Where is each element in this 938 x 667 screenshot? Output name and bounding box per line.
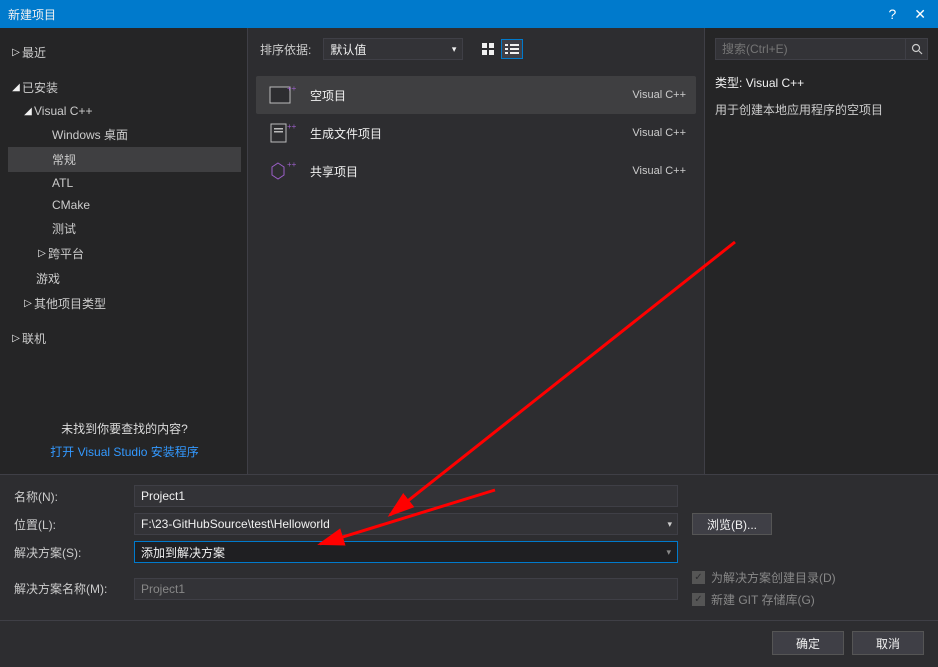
bottom-form: 名称(N): 位置(L): ▾ 浏览(B)... 解决方案(S): 添加到解决方…	[0, 474, 938, 620]
window-title: 新建项目	[8, 6, 56, 23]
name-label: 名称(N):	[14, 488, 134, 505]
create-dir-checkbox[interactable]: ✓为解决方案创建目录(D)	[692, 569, 836, 586]
search-icon[interactable]	[906, 38, 928, 60]
svg-text:++: ++	[287, 122, 296, 131]
template-shared-project[interactable]: ++ 共享项目 Visual C++	[256, 152, 696, 190]
shared-project-icon: ++	[266, 157, 298, 185]
chevron-down-icon: ◢	[10, 82, 22, 93]
tree-atl[interactable]: ATL	[8, 172, 241, 194]
solution-name-input[interactable]	[134, 578, 678, 600]
empty-project-icon: ++	[266, 81, 298, 109]
template-description: 用于创建本地应用程序的空项目	[715, 101, 928, 120]
type-line: 类型: Visual C++	[715, 74, 928, 91]
ok-button[interactable]: 确定	[772, 631, 844, 655]
template-list-panel: 排序依据: 默认值 ▾ ++ 空项目 Visual C++	[247, 28, 705, 474]
chevron-right-icon: ▷	[36, 248, 48, 259]
tree-cross-platform[interactable]: ▷跨平台	[8, 241, 241, 266]
sidebar-hint: 未找到你要查找的内容?	[24, 420, 225, 437]
sort-select[interactable]: 默认值 ▾	[323, 38, 463, 60]
cancel-button[interactable]: 取消	[852, 631, 924, 655]
open-installer-link[interactable]: 打开 Visual Studio 安装程序	[24, 443, 225, 460]
tree-cmake[interactable]: CMake	[8, 194, 241, 216]
makefile-icon: ++	[266, 119, 298, 147]
close-button[interactable]: ✕	[910, 6, 930, 23]
details-pane: 类型: Visual C++ 用于创建本地应用程序的空项目	[705, 28, 938, 474]
sort-label: 排序依据:	[260, 41, 311, 58]
template-tree-sidebar: ▷最近 ◢已安装 ◢Visual C++ Windows 桌面 常规 ATL C…	[0, 28, 247, 474]
chevron-down-icon: ◢	[22, 106, 34, 117]
tree-recent[interactable]: ▷最近	[8, 40, 241, 65]
checkbox-checked-icon: ✓	[692, 593, 705, 606]
browse-button[interactable]: 浏览(B)...	[692, 513, 772, 535]
name-input[interactable]	[134, 485, 678, 507]
solution-label: 解决方案(S):	[14, 544, 134, 561]
grid-view-button[interactable]	[477, 39, 499, 59]
template-empty-project[interactable]: ++ 空项目 Visual C++	[256, 76, 696, 114]
list-view-button[interactable]	[501, 39, 523, 59]
chevron-right-icon: ▷	[10, 333, 22, 344]
solution-select[interactable]: 添加到解决方案 ▾	[134, 541, 678, 563]
search-input[interactable]	[715, 38, 906, 60]
tree-general[interactable]: 常规	[8, 147, 241, 172]
git-repo-checkbox[interactable]: ✓新建 GIT 存储库(G)	[692, 591, 836, 608]
tree-vcpp[interactable]: ◢Visual C++	[8, 100, 241, 122]
solution-name-label: 解决方案名称(M):	[14, 580, 134, 597]
checkbox-checked-icon: ✓	[692, 571, 705, 584]
tree-online[interactable]: ▷联机	[8, 326, 241, 351]
location-label: 位置(L):	[14, 516, 134, 533]
svg-text:++: ++	[287, 84, 296, 93]
chevron-right-icon: ▷	[10, 47, 22, 58]
tree-test[interactable]: 测试	[8, 216, 241, 241]
svg-text:++: ++	[287, 160, 296, 169]
location-input[interactable]	[134, 513, 678, 535]
chevron-right-icon: ▷	[22, 298, 34, 309]
tree-games[interactable]: 游戏	[8, 266, 241, 291]
chevron-down-icon: ▾	[452, 44, 457, 55]
tree-other[interactable]: ▷其他项目类型	[8, 291, 241, 316]
chevron-down-icon: ▾	[666, 547, 671, 558]
titlebar: 新建项目 ? ✕	[0, 0, 938, 28]
tree-windows-desktop[interactable]: Windows 桌面	[8, 122, 241, 147]
template-makefile-project[interactable]: ++ 生成文件项目 Visual C++	[256, 114, 696, 152]
tree-installed[interactable]: ◢已安装	[8, 75, 241, 100]
help-icon[interactable]: ?	[888, 6, 896, 22]
